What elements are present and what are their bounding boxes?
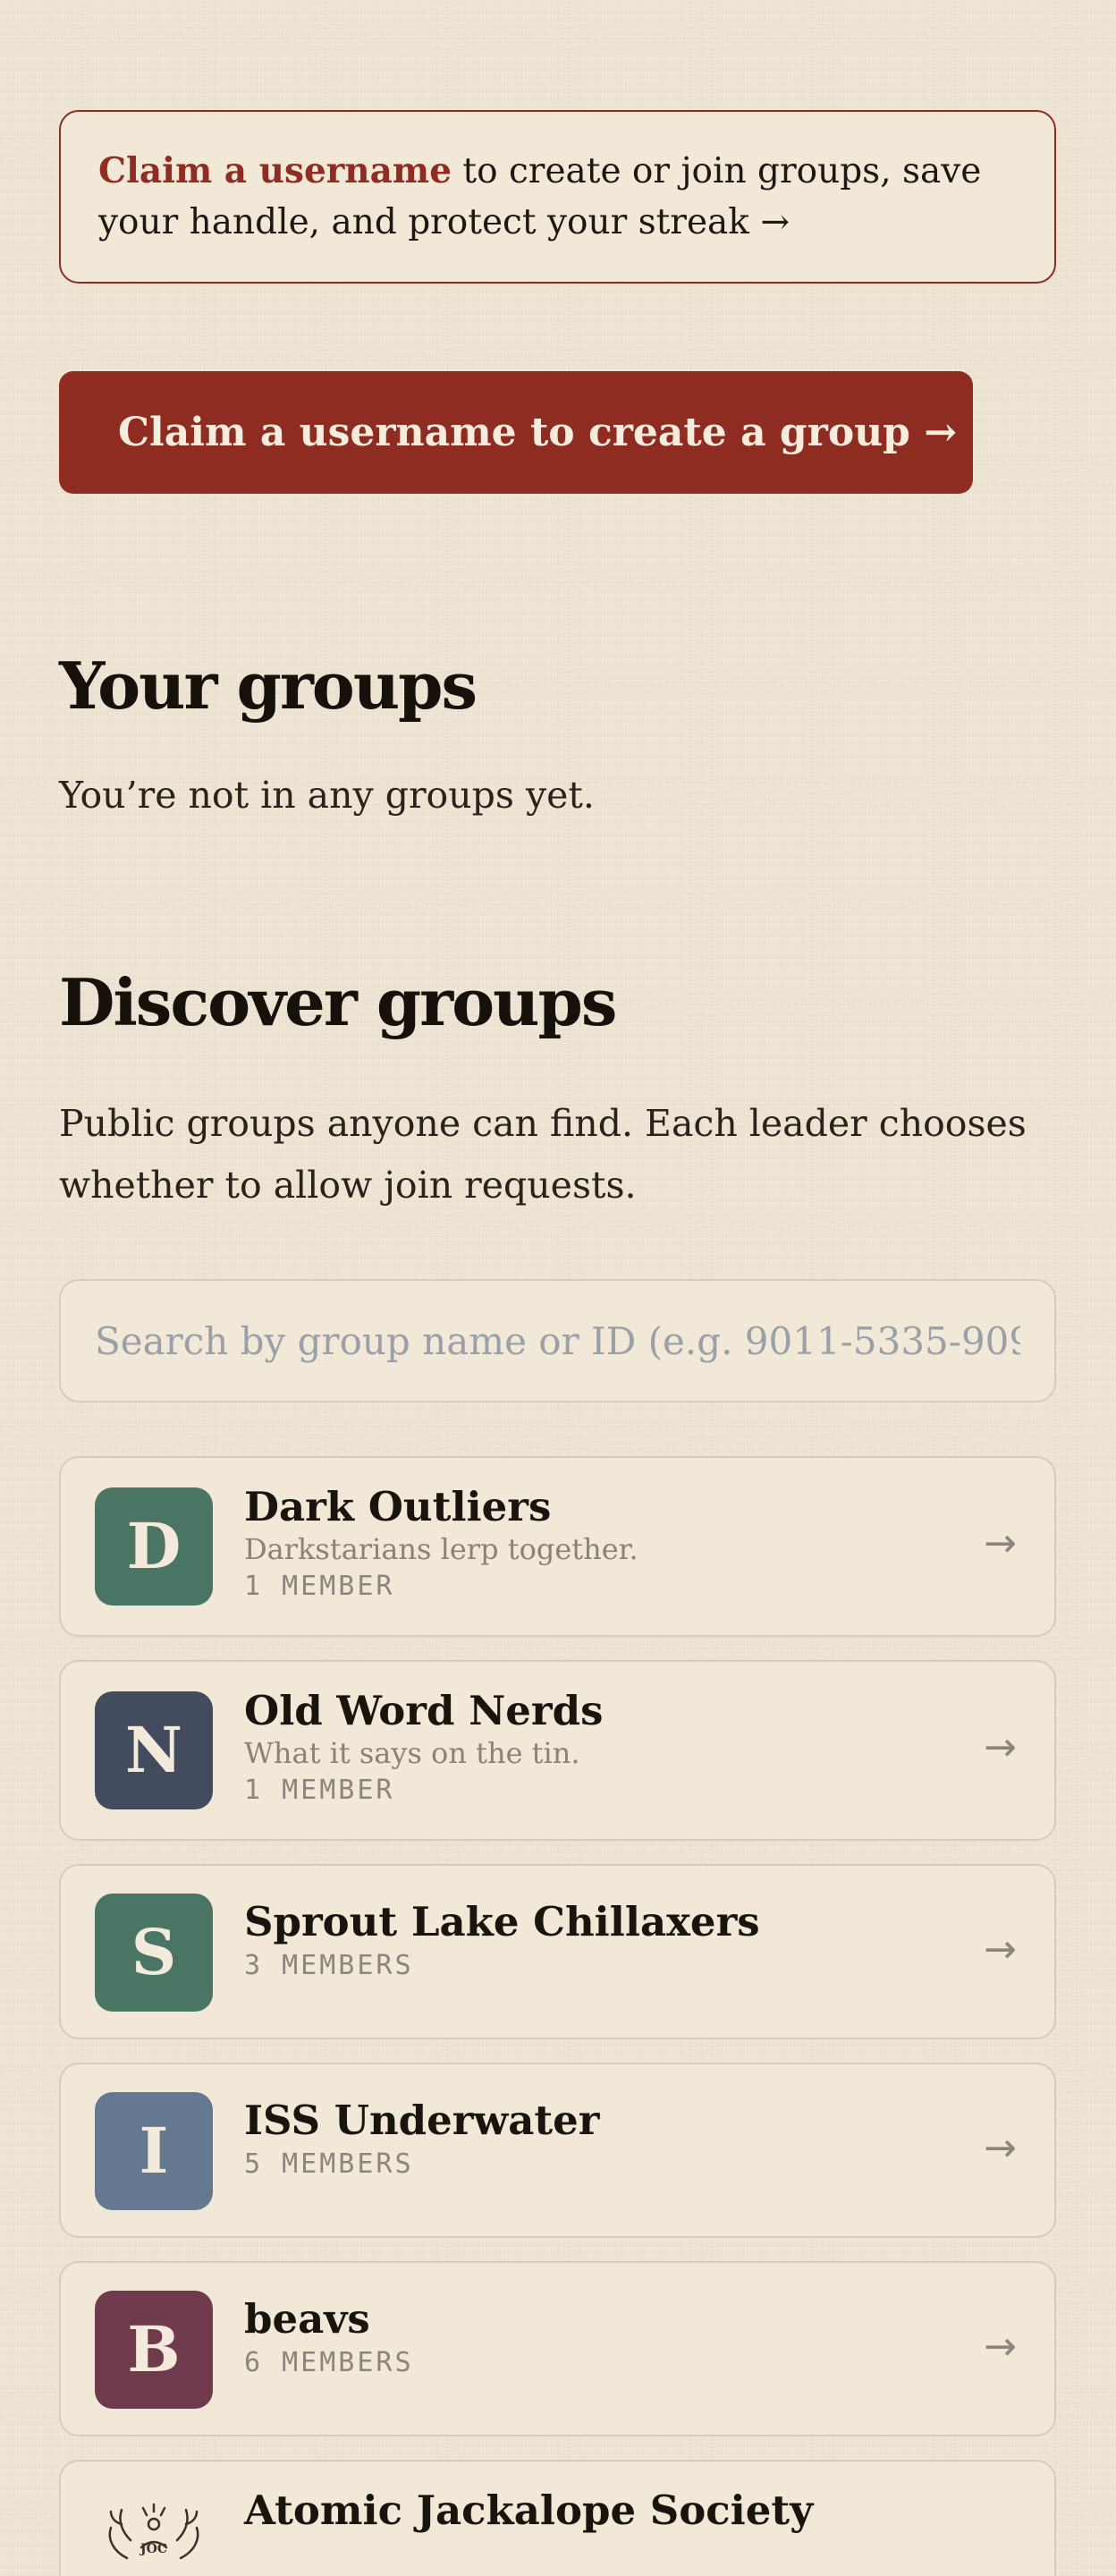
- group-name: Old Word Nerds: [244, 1687, 604, 1734]
- your-groups-empty-text: You’re not in any groups yet.: [59, 774, 595, 817]
- group-card-sprout-lake-chillaxers[interactable]: S Sprout Lake Chillaxers 3 MEMBERS →: [59, 1864, 1056, 2039]
- your-groups-heading: Your groups: [59, 648, 478, 724]
- group-description: Darkstarians lerp together.: [244, 1532, 638, 1566]
- discover-groups-heading: Discover groups: [59, 964, 617, 1040]
- group-member-count: 3 MEMBERS: [244, 1950, 414, 1981]
- svg-text:JOC: JOC: [139, 2542, 167, 2556]
- group-list: D Dark Outliers Darkstarians lerp togeth…: [59, 1456, 1056, 2576]
- arrow-right-icon: →: [984, 2324, 1017, 2369]
- claim-username-notice: Claim a username to create or join group…: [59, 110, 1056, 284]
- discover-groups-description: Public groups anyone can find. Each lead…: [59, 1102, 1027, 1207]
- group-name: Atomic Jackalope Society: [244, 2487, 814, 2534]
- arrow-right-icon: →: [984, 1927, 1017, 1972]
- claim-username-create-group-button[interactable]: Claim a username to create a group →: [59, 371, 973, 494]
- claim-username-link[interactable]: Claim a username: [98, 150, 452, 191]
- group-name: Dark Outliers: [244, 1483, 552, 1530]
- group-member-count: 6 MEMBERS: [244, 2347, 414, 2378]
- group-info: ISS Underwater 5 MEMBERS: [244, 2097, 947, 2184]
- page-content: Claim a username to create or join group…: [59, 110, 1056, 2576]
- group-search-input[interactable]: [59, 1279, 1056, 1402]
- group-card-dark-outliers[interactable]: D Dark Outliers Darkstarians lerp togeth…: [59, 1456, 1056, 1637]
- group-avatar: S: [95, 1894, 213, 2012]
- group-description: What it says on the tin.: [244, 1736, 580, 1770]
- group-card-atomic-jackalope-society[interactable]: JOC Atomic Jackalope Society: [59, 2460, 1056, 2576]
- group-avatar: D: [95, 1487, 213, 1606]
- group-name: beavs: [244, 2295, 370, 2343]
- group-card-beavs[interactable]: B beavs 6 MEMBERS →: [59, 2261, 1056, 2436]
- group-card-iss-underwater[interactable]: I ISS Underwater 5 MEMBERS →: [59, 2063, 1056, 2238]
- group-member-count: 5 MEMBERS: [244, 2148, 414, 2180]
- group-name: ISS Underwater: [244, 2097, 600, 2144]
- group-info: Dark Outliers Darkstarians lerp together…: [244, 1483, 947, 1606]
- group-avatar: B: [95, 2291, 213, 2409]
- group-avatar: N: [95, 1691, 213, 1809]
- arrow-right-icon: →: [984, 1724, 1017, 1770]
- arrow-right-icon: →: [984, 2125, 1017, 2171]
- group-member-count: 1 MEMBER: [244, 1775, 395, 1806]
- group-info: beavs 6 MEMBERS: [244, 2295, 947, 2383]
- group-member-count: 1 MEMBER: [244, 1571, 395, 1602]
- group-info: Atomic Jackalope Society: [244, 2487, 947, 2535]
- group-info: Sprout Lake Chillaxers 3 MEMBERS: [244, 1898, 947, 1986]
- group-name: Sprout Lake Chillaxers: [244, 1898, 760, 1945]
- jackalope-emblem-icon: JOC: [95, 2488, 213, 2576]
- group-avatar: I: [95, 2092, 213, 2210]
- group-card-old-word-nerds[interactable]: N Old Word Nerds What it says on the tin…: [59, 1660, 1056, 1841]
- arrow-right-icon: →: [984, 1521, 1017, 1566]
- group-info: Old Word Nerds What it says on the tin. …: [244, 1687, 947, 1810]
